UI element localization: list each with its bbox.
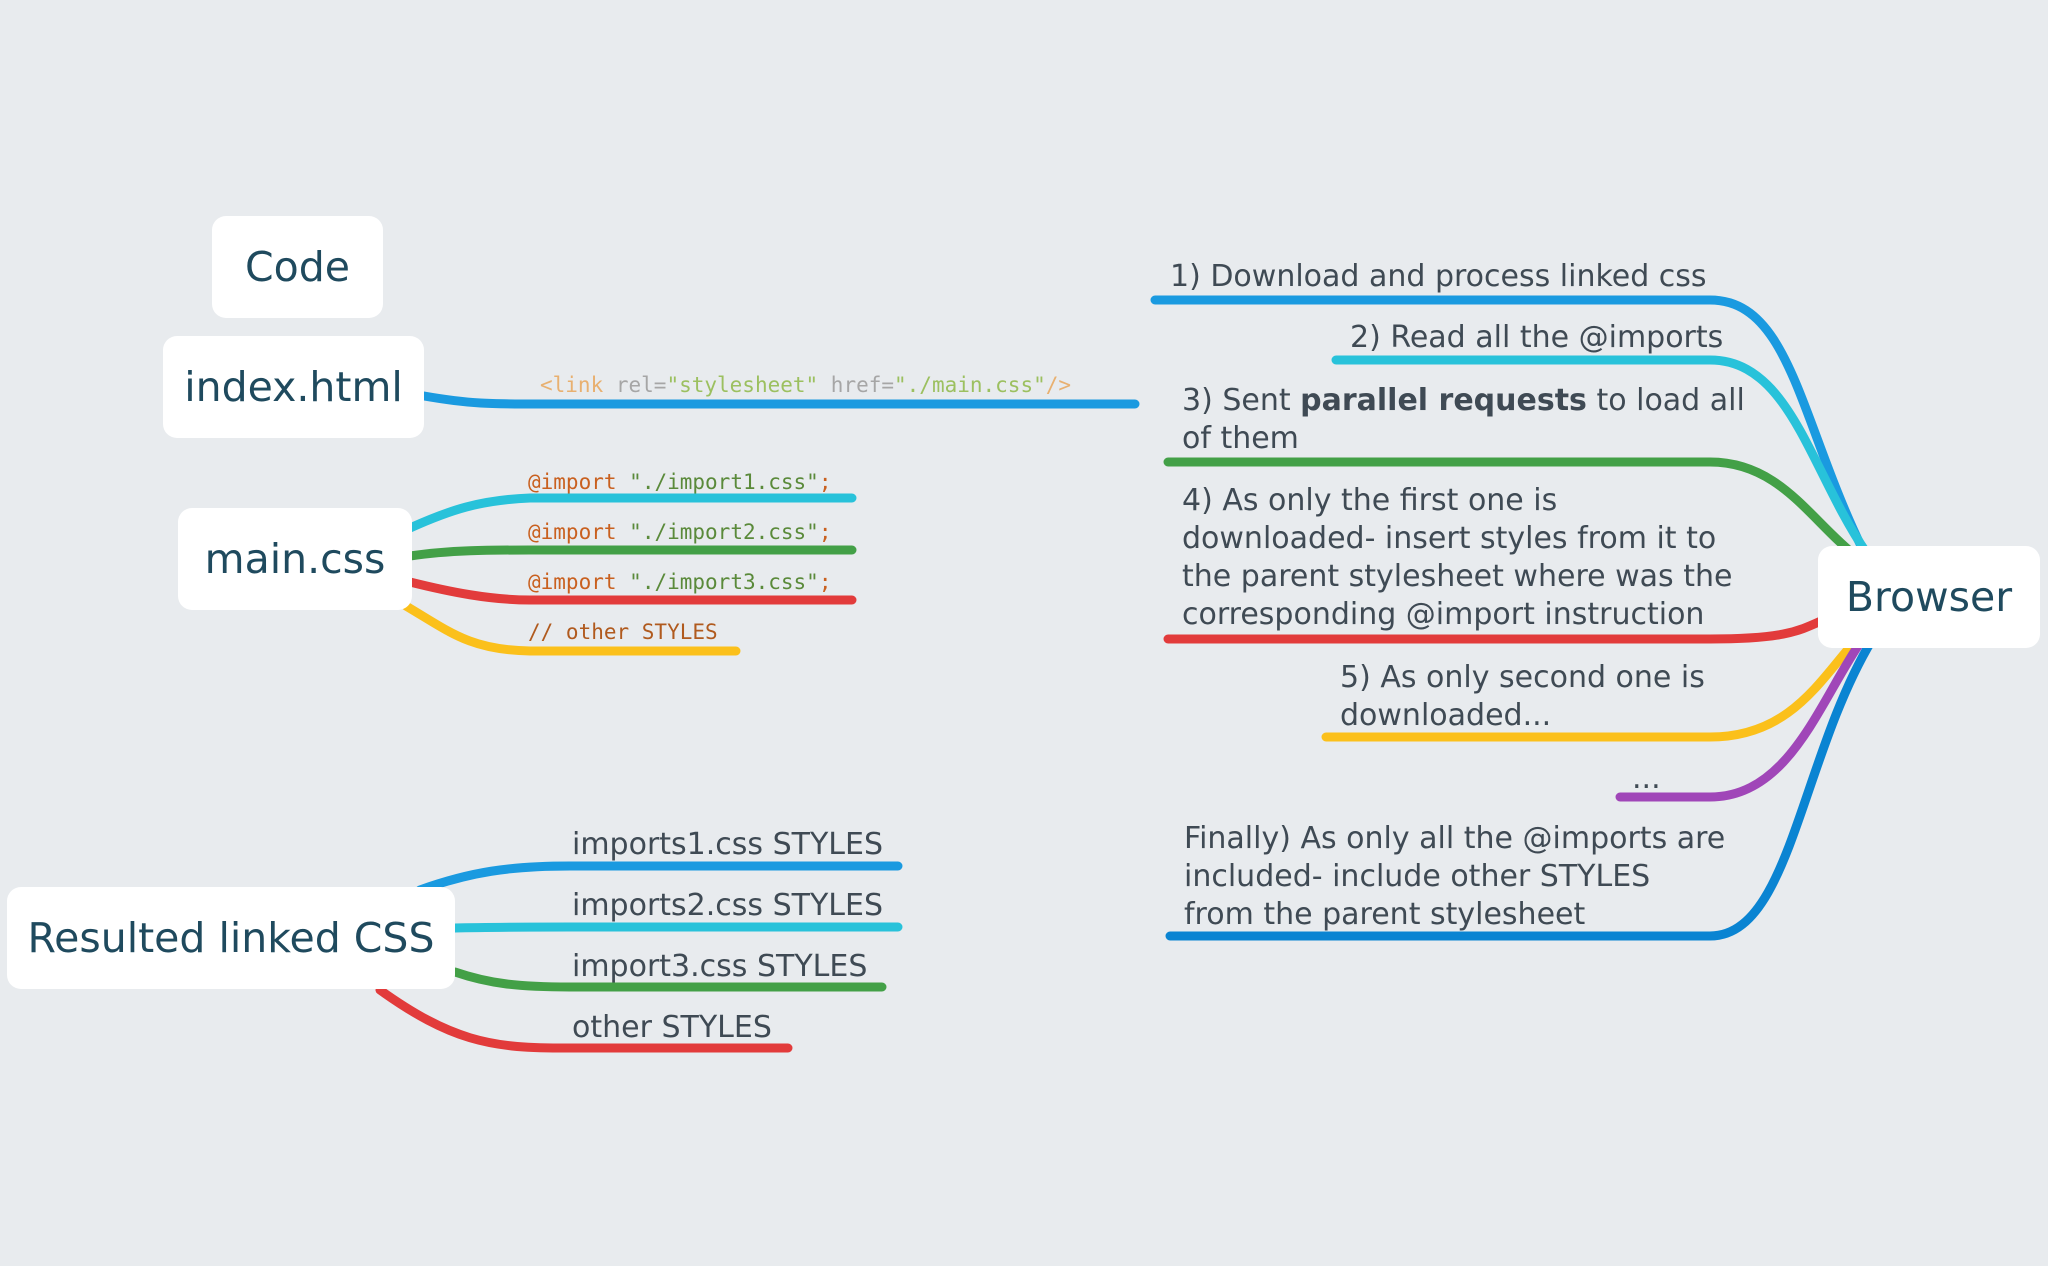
step-3-bold: parallel requests (1300, 383, 1587, 418)
link-href-value: "./main.css" (894, 373, 1046, 397)
step-5-label: 5) As only second one is downloaded... (1340, 659, 1705, 735)
import-path: "./import1.css" (629, 470, 819, 494)
browser-node: Browser (1818, 546, 2040, 648)
connector-lines (375, 295, 1877, 1053)
step-4-line: corresponding @import instruction (1182, 597, 1705, 632)
resulted-linked-css-label: Resulted linked CSS (27, 914, 435, 962)
step-4-line: the parent stylesheet where was the (1182, 559, 1733, 594)
ellipsis-label: ... (1632, 761, 1661, 796)
final-step-line: included- include other STYLES (1184, 859, 1651, 894)
step-5-line: 5) As only second one is (1340, 660, 1705, 695)
step-1-label: 1) Download and process linked css (1170, 259, 1707, 294)
step-3-label: 3) Sent parallel requests to load all of… (1182, 382, 1745, 458)
index-html-label: index.html (184, 363, 403, 411)
step-3-prefix: 3) Sent (1182, 383, 1301, 418)
final-step-line: Finally) As only all the @imports are (1184, 821, 1726, 856)
other-styles-comment: // other STYLES (528, 620, 718, 644)
code-node-label: Code (245, 243, 350, 291)
result-item-3: import3.css STYLES (572, 949, 868, 984)
import-semicolon: ; (818, 470, 832, 494)
import-semicolon: ; (818, 570, 832, 594)
resulted-linked-css-node: Resulted linked CSS (7, 887, 455, 989)
step-3-line-2: of them (1182, 421, 1299, 456)
code-node: Code (212, 216, 383, 318)
import-keyword: @import (528, 570, 617, 594)
final-step-label: Finally) As only all the @imports are in… (1184, 820, 1725, 934)
link-tag-close: /> (1045, 373, 1072, 397)
import-line-1: @import "./import1.css"; (528, 469, 831, 495)
link-rel-attr: rel= (615, 373, 667, 397)
result-item-2: imports2.css STYLES (572, 888, 884, 923)
import-keyword: @import (528, 520, 617, 544)
import-path: "./import3.css" (629, 570, 819, 594)
index-html-node: index.html (163, 336, 424, 438)
import-path: "./import2.css" (629, 520, 819, 544)
step-4-label: 4) As only the first one is downloaded- … (1182, 482, 1732, 634)
step-2-label: 2) Read all the @imports (1350, 320, 1724, 355)
main-css-node: main.css (178, 508, 412, 610)
link-href-attr: href= (818, 373, 895, 397)
link-rel-value: "stylesheet" (666, 373, 819, 397)
step-5-line: downloaded... (1340, 698, 1552, 733)
link-code: <link rel="stylesheet" href="./main.css"… (540, 372, 1071, 398)
main-css-label: main.css (204, 535, 386, 583)
import-semicolon: ; (818, 520, 832, 544)
browser-label: Browser (1845, 573, 2013, 621)
link-tag-open: <link (540, 373, 616, 397)
import-line-3: @import "./import3.css"; (528, 569, 831, 595)
main-import2-line (405, 545, 857, 561)
step-4-line: 4) As only the first one is (1182, 483, 1558, 518)
final-step-line: from the parent stylesheet (1184, 897, 1586, 932)
result-2-line (450, 922, 903, 933)
import-line-2: @import "./import2.css"; (528, 519, 831, 545)
step-4-line: downloaded- insert styles from it to (1182, 521, 1717, 556)
result-item-4: other STYLES (572, 1010, 772, 1045)
import-keyword: @import (528, 470, 617, 494)
step-3-suffix: to load all (1586, 383, 1745, 418)
result-item-1: imports1.css STYLES (572, 827, 884, 862)
